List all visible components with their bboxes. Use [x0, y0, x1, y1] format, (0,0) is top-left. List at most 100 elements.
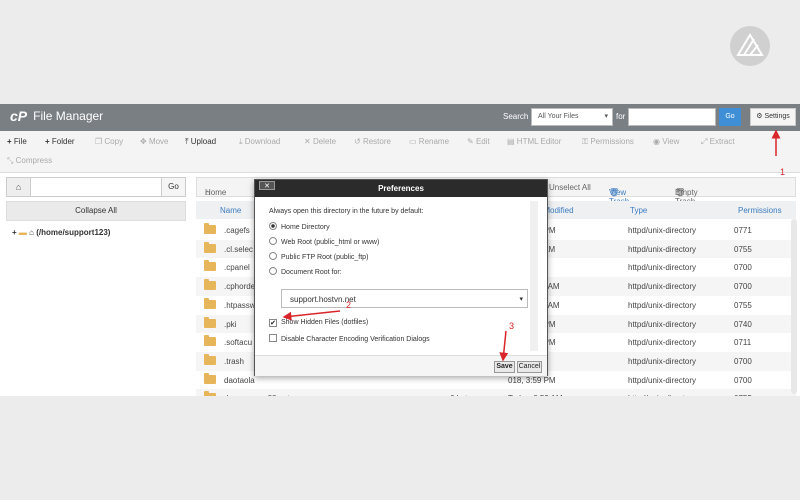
cell-type: httpd/unix-directory [628, 300, 697, 310]
chevron-down-icon: ▾ [519, 296, 523, 303]
edit-label: Edit [475, 137, 490, 146]
cell-name: .softacu [224, 338, 253, 348]
restore-label: Restore [362, 137, 391, 146]
cell-type: httpd/unix-directory [628, 356, 697, 366]
option-web-root-label: Web Root (public_html or www) [281, 239, 380, 246]
cell-type: httpd/unix-directory [628, 226, 697, 235]
permissions-button[interactable]: ⚿ Permissions [582, 137, 634, 147]
search-go-button[interactable]: Go [719, 108, 741, 126]
option-ftp-root[interactable]: Public FTP Root (public_ftp) [269, 252, 368, 261]
compress-button[interactable]: ⤡ Compress [7, 156, 52, 166]
folder-icon [204, 279, 216, 291]
html-editor-label: HTML Editor [516, 137, 562, 146]
folder-icon [204, 241, 216, 253]
compress-label: Compress [15, 156, 53, 165]
move-button[interactable]: ✥ Move [140, 137, 169, 146]
tree-root-item[interactable]: + ▬ ⌂ (/home/support123) [12, 228, 110, 237]
folder-icon [204, 260, 216, 272]
cell-modified: 018, 3:59 PM [508, 375, 556, 385]
cell-name: .pki [224, 319, 237, 329]
cell-type: httpd/unix-directory [628, 375, 697, 385]
rename-label: Rename [418, 137, 450, 146]
search-input[interactable] [628, 108, 716, 126]
default-dir-intro: Always open this directory in the future… [269, 208, 424, 215]
cell-modified: Today, 8:59 AM [508, 394, 563, 396]
folder-icon [204, 297, 216, 309]
copy-button[interactable]: ❐ Copy [95, 137, 123, 146]
option-home-directory[interactable]: Home Directory [269, 222, 330, 231]
cell-permissions: 0700 [734, 263, 752, 273]
rename-icon: ▭ [409, 137, 417, 146]
checkbox-checked-icon[interactable]: ✔ [269, 319, 277, 327]
close-icon[interactable]: ✕ [259, 181, 275, 190]
folder-icon: ▬ [18, 228, 27, 237]
scrollbar[interactable] [791, 219, 797, 394]
folder-icon [204, 335, 216, 347]
save-button[interactable]: Save [494, 361, 515, 373]
cell-name: .cl.selec [224, 244, 253, 254]
plus-icon: + [45, 137, 50, 146]
cell-permissions: 0755 [734, 394, 752, 396]
col-name[interactable]: Name [220, 206, 241, 215]
view-label: View [662, 137, 680, 146]
eye-icon: ◉ [653, 137, 660, 146]
upload-button[interactable]: ⤒ Upload [185, 137, 216, 147]
copy-icon: ❐ [95, 137, 103, 146]
extract-button[interactable]: ⤢ Extract [701, 137, 735, 147]
delete-button[interactable]: ✕ Delete [304, 137, 336, 146]
option-document-root[interactable]: Document Root for: [269, 267, 342, 276]
gear-icon: ⚙ [756, 113, 763, 120]
restore-button[interactable]: ↺ Restore [354, 137, 391, 146]
settings-button[interactable]: ⚙ Settings [750, 108, 796, 126]
folder-icon [204, 391, 216, 396]
expand-icon[interactable]: + [12, 228, 17, 237]
home-icon[interactable]: ⌂ [7, 178, 31, 196]
permissions-label: Permissions [590, 137, 634, 146]
new-file-label: File [13, 137, 27, 146]
col-permissions[interactable]: Permissions [738, 206, 782, 215]
toolbar: + File + Folder ❐ Copy ✥ Move ⤒ Upload ⤓… [0, 131, 800, 173]
rename-button[interactable]: ▭ Rename [409, 137, 449, 146]
left-pane: ⌂ Go Collapse All + ▬ ⌂ (/home/support12… [0, 173, 192, 396]
radio-icon[interactable] [269, 267, 277, 275]
search-label: Search [503, 112, 529, 121]
app-title: File Manager [33, 109, 104, 123]
radio-icon[interactable] [269, 222, 277, 230]
extract-label: Extract [709, 137, 735, 146]
unselect-all-button[interactable]: Unselect All [549, 183, 591, 192]
dialog-footer: Save Cancel [255, 355, 547, 376]
cell-type: httpd/unix-directory [628, 282, 697, 292]
cell-permissions: 0700 [734, 282, 752, 292]
path-input[interactable]: ⌂ Go [6, 177, 186, 197]
dialog-scrollbar[interactable] [530, 201, 538, 351]
html-editor-button[interactable]: ▤ HTML Editor [507, 137, 561, 146]
radio-icon[interactable] [269, 252, 277, 260]
cell-permissions: 0755 [734, 300, 752, 310]
for-label: for [616, 112, 626, 121]
cell-name: daotaola [224, 375, 255, 385]
cell-size: 6 bytes [450, 394, 476, 396]
download-button[interactable]: ⤓ Download [239, 137, 280, 147]
document-root-select[interactable]: support.hostvn.net ▾ [281, 289, 528, 308]
table-row[interactable]: demo.sanvu88.net 6 bytes Today, 8:59 AM htt… [196, 389, 796, 396]
edit-button[interactable]: ✎ Edit [467, 137, 490, 146]
option-web-root[interactable]: Web Root (public_html or www) [269, 237, 379, 246]
pencil-icon: ✎ [467, 137, 474, 146]
disable-encoding-option[interactable]: Disable Character Encoding Verification … [269, 334, 430, 343]
radio-icon[interactable] [269, 237, 277, 245]
cancel-button[interactable]: Cancel [517, 361, 542, 373]
new-folder-label: Folder [51, 137, 75, 146]
upload-icon: ⤒ [185, 137, 189, 146]
search-scope-select[interactable]: All Your Files ▾ [531, 108, 613, 126]
cell-name: .cphorde [224, 282, 256, 292]
col-type[interactable]: Type [630, 206, 647, 215]
new-file-button[interactable]: + File [7, 137, 27, 146]
collapse-all-button[interactable]: Collapse All [6, 201, 186, 221]
download-icon: ⤓ [239, 137, 243, 146]
new-folder-button[interactable]: + Folder [45, 137, 75, 146]
cell-permissions: 0740 [734, 319, 752, 329]
view-button[interactable]: ◉ View [653, 137, 679, 146]
checkbox-icon[interactable] [269, 334, 277, 342]
show-hidden-option[interactable]: ✔ Show Hidden Files (dotfiles) [269, 319, 368, 327]
path-go-button[interactable]: Go [161, 178, 185, 196]
